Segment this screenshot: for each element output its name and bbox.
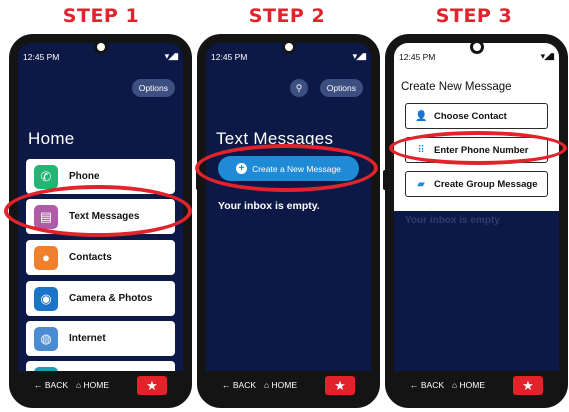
star-button[interactable]: ★	[137, 376, 167, 395]
signal-battery-icon: ▾◢▮	[540, 51, 555, 61]
phone-3: 12:45 PM ▾◢▮ Create New Message 👤 Choose…	[385, 34, 568, 408]
camera-icon	[281, 40, 296, 54]
app-item-contacts[interactable]: ● Contacts	[26, 240, 175, 275]
camera-icon	[469, 40, 484, 54]
globe-icon: ◍	[34, 326, 58, 351]
dialog-title: Create New Message	[401, 81, 512, 93]
camera-icon: ◉	[34, 286, 58, 311]
signal-battery-icon: ▾◢▮	[164, 51, 179, 61]
button-label: Choose Contact	[434, 110, 507, 122]
star-button[interactable]: ★	[325, 376, 355, 395]
app-label: Camera & Photos	[69, 293, 153, 304]
group-message-icon: ▰	[417, 178, 425, 190]
highlight-circle-text-messages	[4, 185, 192, 237]
empty-inbox-text: Your inbox is empty.	[218, 200, 320, 212]
options-button[interactable]: Options	[319, 79, 363, 97]
home-button[interactable]: ⌂ HOME	[76, 380, 109, 390]
nav-bar: ← BACK ⌂ HOME ★	[18, 371, 183, 399]
app-label: Contacts	[69, 252, 112, 263]
phone-2: 12:45 PM ▾◢▮ ⚲ Options Text Messages + C…	[197, 34, 380, 408]
phone-icon: ✆	[34, 164, 58, 189]
nav-bar: ← BACK ⌂ HOME ★	[394, 371, 559, 399]
back-button[interactable]: ← BACK	[34, 380, 68, 390]
highlight-circle-enter-phone-number	[389, 131, 567, 165]
camera-icon	[93, 40, 108, 54]
empty-inbox-text: Your inbox is empty	[405, 215, 500, 226]
phone-2-screen: 12:45 PM ▾◢▮ ⚲ Options Text Messages + C…	[206, 43, 371, 399]
page-title: Home	[28, 129, 75, 148]
signal-battery-icon: ▾◢▮	[352, 51, 367, 61]
app-item-internet[interactable]: ◍ Internet	[26, 321, 175, 356]
step-2-label: STEP 2	[248, 5, 326, 27]
step-3-label: STEP 3	[435, 5, 513, 27]
nav-bar: ← BACK ⌂ HOME ★	[206, 371, 371, 399]
status-time: 12:45 PM	[211, 52, 248, 62]
home-button[interactable]: ⌂ HOME	[264, 380, 297, 390]
button-label: Create Group Message	[434, 178, 538, 190]
home-button[interactable]: ⌂ HOME	[452, 380, 485, 390]
star-button[interactable]: ★	[513, 376, 543, 395]
person-icon: 👤	[415, 110, 428, 122]
choose-contact-button[interactable]: 👤 Choose Contact	[405, 103, 548, 129]
create-group-message-button[interactable]: ▰ Create Group Message	[405, 171, 548, 197]
options-button[interactable]: Options	[131, 79, 175, 97]
step-1-label: STEP 1	[62, 5, 140, 27]
app-label: Internet	[69, 333, 106, 344]
contact-icon: ●	[34, 245, 58, 270]
back-button[interactable]: ← BACK	[410, 380, 444, 390]
app-item-camera-photos[interactable]: ◉ Camera & Photos	[26, 281, 175, 316]
highlight-circle-create-message	[195, 144, 378, 192]
status-time: 12:45 PM	[23, 52, 60, 62]
status-time: 12:45 PM	[399, 52, 436, 62]
back-button[interactable]: ← BACK	[222, 380, 256, 390]
app-label: Phone	[69, 171, 100, 182]
phone-3-screen: 12:45 PM ▾◢▮ Create New Message 👤 Choose…	[394, 43, 559, 399]
search-button[interactable]: ⚲	[290, 79, 308, 97]
